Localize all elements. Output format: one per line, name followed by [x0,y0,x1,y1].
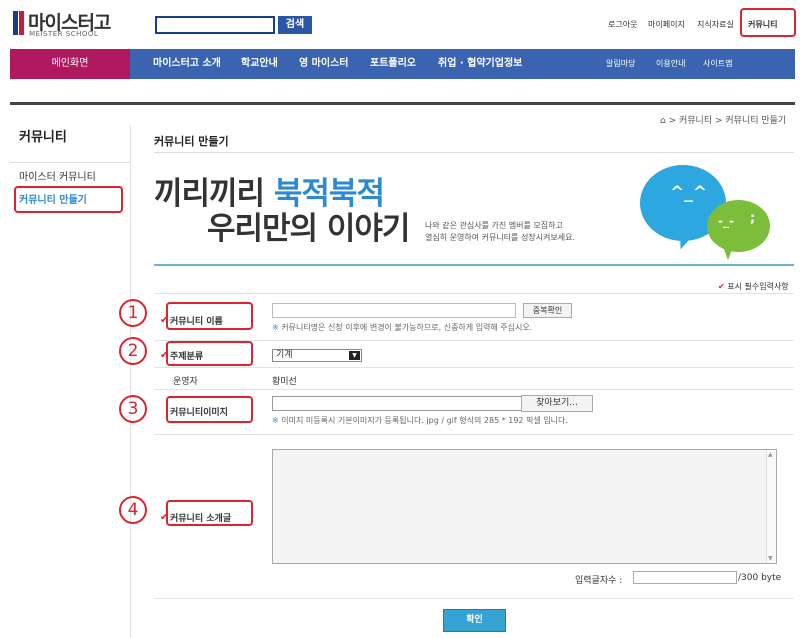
chevron-down-icon[interactable]: ▼ [349,351,360,360]
char-count-label: 입력글자수 : [575,576,623,586]
nav-item-sitemap[interactable]: 사이트맵 [703,49,732,79]
owner-label: 운영자 [173,377,198,387]
note-mark-icon: ※ [272,416,279,425]
sweat-mark-icon: ; [750,211,756,226]
form-top-line [154,293,794,294]
nav-item-portfolio[interactable]: 포트폴리오 [370,49,416,79]
community-name-note-text: 커뮤니티명은 신청 이후에 변경이 불가능하므로, 신중하게 입력해 주십시오. [281,323,533,332]
logo-mark [13,11,18,35]
community-link-highlight [740,8,796,37]
char-count-total: /300 byte [738,573,782,583]
owner-value: 황미선 [272,377,297,387]
logout-link[interactable]: 로그아웃 [608,19,637,30]
confirm-button[interactable]: 확인 [443,609,506,632]
category-label-highlight [166,341,253,366]
mypage-link[interactable]: 마이페이지 [648,19,685,30]
knowledge-link[interactable]: 지식자료실 [697,19,734,30]
hero-description-line2: 열심히 운영하여 커뮤니티를 성장시켜보세요. [425,233,576,242]
content-divider [10,102,795,105]
hero-divider [154,264,794,266]
sidebar-separator [10,162,130,163]
hero-description-line1: 나와 같은 관심사를 가진 멤버를 모집하고 [425,221,563,230]
search-input[interactable] [155,16,275,34]
sidebar-border [130,124,131,638]
char-count-field [633,571,737,584]
page-title: 커뮤니티 만들기 [154,135,229,148]
community-name-label-highlight [166,302,253,330]
search-button[interactable]: 검색 [278,16,312,34]
nav-item-intro[interactable]: 마이스터고 소개 [153,49,221,79]
scroll-down-icon[interactable]: ▼ [768,555,773,562]
image-note-text: 이미지 미등록시 기본이미지가 등록됩니다. jpg / gif 형식의 285… [281,416,568,425]
nav-item-young-meister[interactable]: 영 마이스터 [299,49,348,79]
nav-home[interactable]: 메인화면 [10,49,130,79]
community-intro-label-highlight [166,500,253,526]
nav-item-jobs[interactable]: 취업 · 협약기업정보 [438,49,522,79]
breadcrumb-path: > 커뮤니티 > 커뮤니티 만들기 [668,116,787,126]
breadcrumb: ⌂ > 커뮤니티 > 커뮤니티 만들기 [660,113,786,126]
required-note-text: 표시 필수입력사항 [727,282,789,291]
sidebar-title: 커뮤니티 [19,130,67,145]
sidebar-item-highlight [14,186,123,213]
textarea-scrollbar[interactable] [766,450,776,563]
image-note: ※ 이미지 미등록시 기본이미지가 등록됩니다. jpg / gif 형식의 2… [272,415,568,426]
community-intro-textarea[interactable] [272,449,777,564]
logo-subtitle: MEISTER SCHOOL [29,30,99,38]
row-separator [154,389,794,390]
speech-bubble-green-tail [722,244,734,260]
frown-face-icon: -_- [718,214,734,228]
logo-mark-accent [19,11,24,35]
smile-face-icon: ^_^ [670,183,707,203]
home-icon[interactable]: ⌂ [660,116,666,126]
nav-item-notice[interactable]: 알림마당 [606,49,635,79]
marker-2: 2 [119,337,147,365]
scroll-up-icon[interactable]: ▲ [768,451,773,458]
nav-item-school[interactable]: 학교안내 [241,49,278,79]
hero-heading-line2: 우리만의 이야기 [207,211,410,247]
duplicate-check-button[interactable]: 중복확인 [523,303,572,318]
community-name-input[interactable] [272,303,516,318]
marker-3: 3 [119,395,147,423]
required-note: ✔ 표시 필수입력사항 [718,281,789,292]
browse-button[interactable]: 찾아보기... [521,395,593,412]
marker-1: 1 [119,299,147,327]
speech-bubble-green-icon [707,200,770,252]
hero-description: 나와 같은 관심사를 가진 멤버를 모집하고 열심히 운영하여 커뮤니티를 성장… [425,220,575,244]
community-image-label-highlight [166,396,253,423]
image-file-input[interactable] [272,396,522,411]
note-mark-icon: ※ [272,323,279,332]
check-icon: ✔ [718,282,725,291]
nav-item-guide[interactable]: 이용안내 [656,49,685,79]
form-bottom-line [154,598,794,599]
marker-4: 4 [119,496,147,524]
community-name-note: ※ 커뮤니티명은 신청 이후에 변경이 불가능하므로, 신중하게 입력해 주십시… [272,322,532,333]
row-separator [154,367,794,368]
title-divider [154,152,794,153]
row-separator [154,434,794,435]
sidebar-item-meister-community[interactable]: 마이스터 커뮤니티 [19,168,96,183]
